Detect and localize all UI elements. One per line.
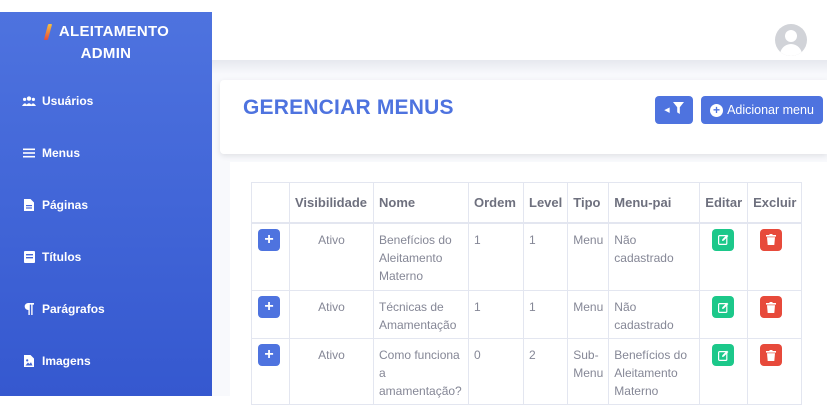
sidebar-item-label: Usuários	[42, 94, 94, 108]
heading-icon	[22, 251, 36, 263]
delete-button[interactable]	[760, 228, 783, 251]
user-avatar[interactable]	[775, 24, 807, 56]
sidebar-item-imagens[interactable]: Imagens	[22, 354, 91, 368]
sidebar-item-label: Parágrafos	[42, 302, 105, 316]
trash-icon	[766, 349, 777, 361]
plus-icon: +	[264, 298, 274, 315]
table-row: + Ativo Como funciona a amamentação? 0 2…	[251, 338, 803, 405]
expand-row-button[interactable]: +	[258, 344, 280, 366]
sidebar-item-label: Menus	[42, 146, 81, 160]
cell-level: 1	[522, 222, 569, 291]
cell-level: 1	[522, 290, 569, 339]
filter-button[interactable]: ◀	[655, 96, 693, 124]
cell-ordem: 1	[468, 222, 524, 291]
users-icon	[22, 96, 36, 106]
cell-menu-pai: Não cadastrado	[608, 222, 701, 291]
brand-line2: ADMIN	[80, 45, 132, 62]
table-row: + Ativo Benefícios do Aleitamento Matern…	[251, 222, 803, 291]
bars-icon	[22, 148, 36, 158]
trash-icon	[766, 301, 777, 313]
cell-menu-pai: Não cadastrado	[608, 290, 701, 339]
column-header-level[interactable]: Level	[522, 182, 569, 224]
sidebar-item-paragrafos[interactable]: Parágrafos	[22, 302, 105, 316]
add-menu-label: Adicionar menu	[727, 103, 814, 117]
topbar	[212, 12, 827, 60]
column-header-editar: Editar	[699, 182, 749, 224]
filter-icon	[672, 101, 684, 119]
caret-left-icon: ◀	[664, 107, 670, 114]
column-header-add	[251, 182, 290, 224]
cell-tipo: Menu	[567, 290, 610, 339]
image-file-icon	[22, 355, 36, 367]
trash-icon	[766, 234, 777, 245]
cell-visibilidade: Ativo	[289, 222, 374, 291]
edit-button[interactable]	[712, 344, 735, 366]
cell-ordem: 1	[468, 290, 524, 339]
brand-line1: ALEITAMENTO	[58, 23, 170, 40]
table-row: + Ativo Técnicas de Amamentação 1 1 Menu…	[251, 290, 803, 339]
delete-button[interactable]	[760, 344, 783, 366]
expand-row-button[interactable]: +	[258, 228, 280, 251]
sidebar-item-usuarios[interactable]: Usuários	[22, 94, 93, 108]
column-header-excluir: Excluir	[747, 182, 803, 224]
edit-button[interactable]	[712, 296, 735, 318]
column-header-visibilidade[interactable]: Visibilidade	[289, 182, 374, 224]
column-header-ordem[interactable]: Ordem	[468, 182, 524, 224]
topbar-shadow	[212, 60, 827, 74]
brand[interactable]: ALEITAMENTO ADMIN	[0, 12, 212, 74]
sidebar-item-label: Imagens	[42, 354, 91, 368]
cell-nome: Benefícios do Aleitamento Materno	[373, 222, 469, 291]
table-header-row: Visibilidade Nome Ordem Level Tipo Menu-…	[251, 182, 803, 224]
edit-icon	[717, 350, 729, 361]
delete-button[interactable]	[760, 296, 783, 318]
column-header-menu-pai[interactable]: Menu-pai	[608, 182, 701, 224]
edit-icon	[717, 302, 729, 313]
column-header-nome[interactable]: Nome	[373, 182, 469, 224]
cell-ordem: 0	[468, 338, 524, 405]
add-menu-button[interactable]: + Adicionar menu	[701, 96, 823, 124]
cell-visibilidade: Ativo	[289, 338, 374, 405]
cell-level: 2	[522, 338, 569, 405]
sidebar-item-label: Páginas	[42, 198, 89, 212]
menus-table: Visibilidade Nome Ordem Level Tipo Menu-…	[251, 182, 803, 405]
column-header-tipo[interactable]: Tipo	[567, 182, 610, 224]
cell-tipo: Menu	[567, 222, 610, 291]
edit-button[interactable]	[712, 228, 735, 251]
expand-row-button[interactable]: +	[258, 296, 280, 318]
sidebar-item-label: Títulos	[42, 250, 82, 264]
cell-menu-pai: Benefícios do Aleitamento Materno	[608, 338, 701, 405]
edit-icon	[717, 234, 729, 245]
cell-nome: Como funciona a amamentação?	[373, 338, 469, 405]
cell-visibilidade: Ativo	[289, 290, 374, 339]
cell-tipo: Sub-Menu	[567, 338, 610, 405]
plus-icon: +	[264, 346, 274, 363]
plus-icon: +	[264, 230, 274, 248]
sidebar-item-titulos[interactable]: Títulos	[22, 250, 81, 264]
sidebar-item-menus[interactable]: Menus	[22, 146, 80, 160]
page-title: GERENCIAR MENUS	[243, 96, 454, 119]
cell-nome: Técnicas de Amamentação	[373, 290, 469, 339]
brand-logo-icon	[43, 24, 53, 40]
paragraph-icon	[22, 303, 36, 315]
file-icon	[22, 199, 36, 211]
plus-circle-icon: +	[710, 103, 724, 117]
sidebar-item-paginas[interactable]: Páginas	[22, 198, 88, 212]
